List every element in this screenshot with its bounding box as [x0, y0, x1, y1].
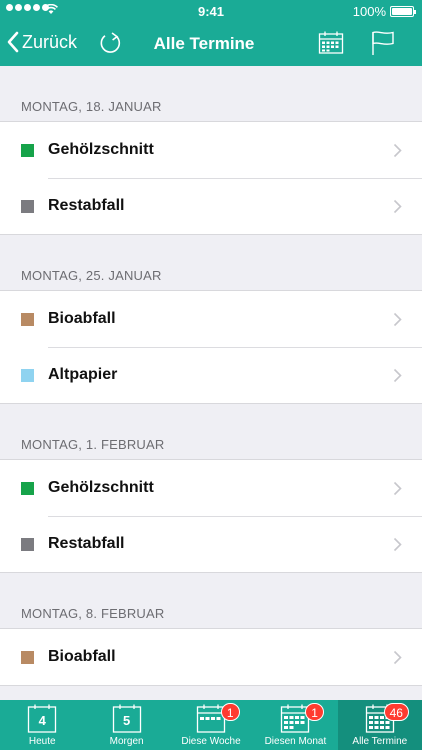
- section-group: Gehölzschnitt Restabfall: [0, 121, 422, 235]
- section-header: MONTAG, 8. FEBRUAR: [21, 606, 165, 621]
- list-item[interactable]: Gehölzschnitt: [0, 122, 422, 178]
- tab-tomorrow-day: 5: [122, 713, 131, 728]
- tab-this-month[interactable]: 1 Diesen Monat: [253, 700, 337, 750]
- chevron-right-icon: [393, 650, 402, 664]
- section-header: MONTAG, 1. FEBRUAR: [21, 437, 165, 452]
- tab-all-appointments-label: Alle Termine: [352, 736, 408, 747]
- section-header: MONTAG, 18. JANUAR: [21, 99, 162, 114]
- tab-tomorrow[interactable]: 5 Morgen: [84, 700, 168, 750]
- section-group: Bioabfall: [0, 628, 422, 686]
- page-title: Alle Termine: [153, 34, 255, 53]
- chevron-right-icon: [393, 312, 402, 326]
- list-item-label: Bioabfall: [48, 648, 116, 665]
- list-item[interactable]: Bioabfall: [0, 629, 422, 685]
- list-item[interactable]: Restabfall: [0, 178, 422, 234]
- list-item[interactable]: Gehölzschnitt: [0, 460, 422, 516]
- tab-today-day: 4: [38, 713, 46, 728]
- calendar-day-icon: 5: [112, 704, 142, 734]
- chevron-right-icon: [393, 368, 402, 382]
- tab-this-week-badge: 1: [220, 703, 240, 721]
- tab-this-month-label: Diesen Monat: [264, 736, 327, 747]
- battery-percent: 100%: [352, 4, 386, 19]
- waste-type-color: [21, 199, 34, 213]
- waste-type-color: [21, 650, 34, 664]
- list-item[interactable]: Restabfall: [0, 516, 422, 572]
- flag-icon: [372, 31, 394, 55]
- section-group: Gehölzschnitt Restabfall: [0, 459, 422, 573]
- waste-type-color: [21, 143, 34, 157]
- tab-all-appointments-badge: 46: [383, 703, 409, 721]
- tab-today[interactable]: 4 Heute: [0, 700, 84, 750]
- appointment-list[interactable]: MONTAG, 18. JANUAR Gehölzschnitt Restabf…: [0, 66, 422, 700]
- battery-icon: [390, 6, 416, 17]
- tab-this-week[interactable]: 1 Diese Woche: [169, 700, 253, 750]
- tab-today-label: Heute: [28, 736, 56, 747]
- calendar-icon: [318, 31, 344, 54]
- flag-button[interactable]: [371, 30, 395, 61]
- list-item-label: Gehölzschnitt: [48, 141, 154, 158]
- tab-tomorrow-label: Morgen: [109, 736, 144, 747]
- tab-this-week-label: Diese Woche: [181, 736, 241, 747]
- chevron-right-icon: [393, 537, 402, 551]
- list-item[interactable]: Altpapier: [0, 347, 422, 403]
- waste-type-color: [21, 481, 34, 495]
- chevron-right-icon: [393, 199, 402, 213]
- calendar-day-icon: 4: [27, 704, 57, 734]
- list-item-label: Altpapier: [48, 366, 118, 383]
- navigation-bar: Zurück Alle Termine: [0, 22, 422, 66]
- list-item-label: Restabfall: [48, 197, 125, 214]
- list-item-label: Restabfall: [48, 535, 125, 552]
- waste-type-color: [21, 537, 34, 551]
- chevron-right-icon: [393, 481, 402, 495]
- status-bar: 9:41 100%: [0, 0, 422, 22]
- waste-type-color: [21, 368, 34, 382]
- tab-all-appointments[interactable]: 46 Alle Termine: [337, 700, 422, 750]
- list-item-label: Bioabfall: [48, 310, 116, 327]
- waste-type-color: [21, 312, 34, 326]
- section-group: Bioabfall Altpapier: [0, 290, 422, 404]
- chevron-right-icon: [393, 143, 402, 157]
- calendar-button[interactable]: [318, 31, 344, 60]
- list-item[interactable]: Bioabfall: [0, 291, 422, 347]
- tab-this-month-badge: 1: [305, 703, 324, 721]
- list-item-label: Gehölzschnitt: [48, 479, 154, 496]
- tab-bar: 4 Heute 5 Morgen 1 Diese Woche 1 Diesen …: [0, 700, 422, 750]
- section-header: MONTAG, 25. JANUAR: [21, 268, 162, 283]
